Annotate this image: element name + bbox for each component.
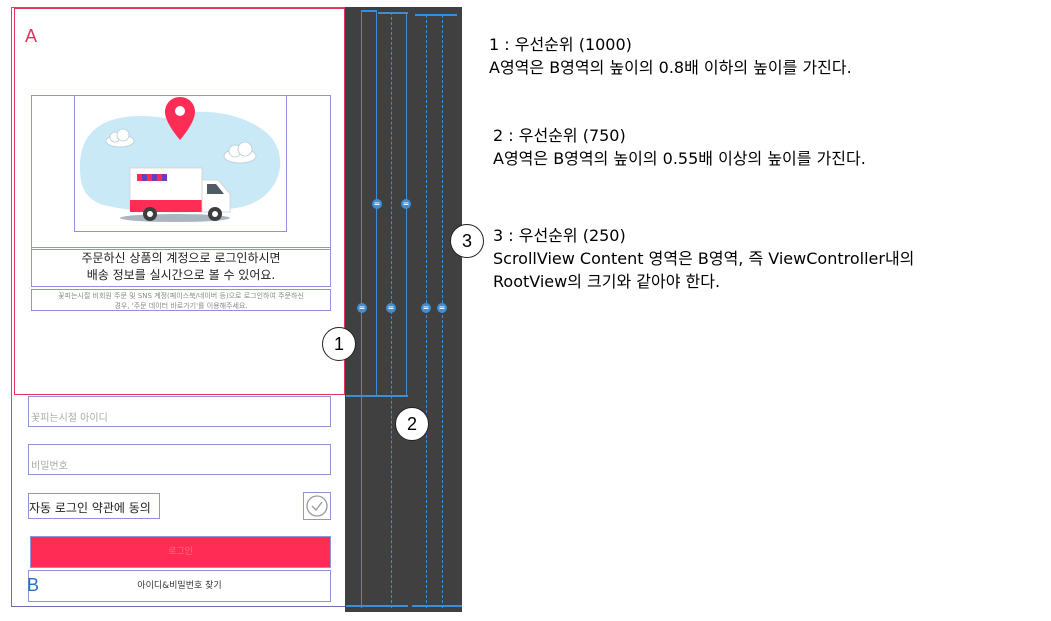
region-a-label: A [25,26,38,46]
equal-constraint-icon[interactable]: = [437,303,447,313]
equal-constraint-icon[interactable]: = [401,199,411,209]
constraint-cap [346,395,408,397]
headline-line-1: 주문하신 상품의 계정으로 로그인하시면 [81,251,281,265]
autologin-checkbox[interactable] [303,492,331,520]
equal-constraint-icon[interactable]: = [372,199,382,209]
constraint-cap [378,12,408,14]
id-input-placeholder: 꽃피는시절 아이디 [31,413,108,424]
rule-3: 3 : 우선순위 (250) ScrollView Content 영역은 B영… [493,224,914,293]
constraint-cap [361,10,377,12]
notice-line-2: 경우, '주문 데이터 바로가기'를 이용해주세요. [114,302,248,310]
find-link-label: 아이디&비밀번호 찾기 [137,581,222,591]
equal-constraint-icon[interactable]: = [421,303,431,313]
rule-2: 2 : 우선순위 (750) A영역은 B영역의 높이의 0.55배 이상의 높… [493,124,866,170]
check-circle-icon [306,495,328,517]
constraint-cap [412,605,462,607]
login-button[interactable]: 로그인 [30,536,331,568]
notice-line-1: 꽃피는시절 비회원 주문 및 SNS 계정(페이스북/네이버 등)으로 로그인하… [58,292,304,300]
rule-1-title: 1 : 우선순위 (1000) [489,35,632,54]
headline-text: 주문하신 상품의 계정으로 로그인하시면 배송 정보를 실시간으로 볼 수 있어… [31,247,331,287]
equal-constraint-icon[interactable]: = [386,303,396,313]
password-input[interactable]: 비밀번호 [28,444,331,475]
find-id-password-link[interactable]: B 아이디&비밀번호 찾기 [27,570,331,602]
hero-image [74,95,287,232]
marker-1: 1 [322,327,356,361]
rule-3-title: 3 : 우선순위 (250) [493,226,626,245]
rule-3-desc-2: RootView의 크기와 같아야 한다. [493,272,721,291]
notice-text: 꽃피는시절 비회원 주문 및 SNS 계정(페이스북/네이버 등)으로 로그인하… [31,289,331,311]
delivery-truck-illustration [80,97,281,222]
marker-3: 3 [450,224,484,258]
constraint-cap [346,605,408,607]
constraint-cap [415,14,457,16]
rule-2-desc: A영역은 B영역의 높이의 0.55배 이상의 높이를 가진다. [493,149,866,168]
headline-line-2: 배송 정보를 실시간으로 볼 수 있어요. [86,268,276,282]
id-input[interactable]: 꽃피는시절 아이디 [28,396,331,427]
rule-2-title: 2 : 우선순위 (750) [493,126,626,145]
rule-3-desc: ScrollView Content 영역은 B영역, 즉 ViewContro… [493,249,915,268]
marker-2: 2 [395,407,429,441]
rule-1: 1 : 우선순위 (1000) A영역은 B영역의 높이의 0.8배 이하의 높… [489,33,852,79]
autologin-label: 자동 로그인 약관에 동의 [28,493,160,519]
equal-constraint-icon[interactable]: = [357,303,367,313]
rule-1-desc: A영역은 B영역의 높이의 0.8배 이하의 높이를 가진다. [489,58,852,77]
region-b-label: B [27,575,40,595]
password-input-placeholder: 비밀번호 [31,461,68,472]
